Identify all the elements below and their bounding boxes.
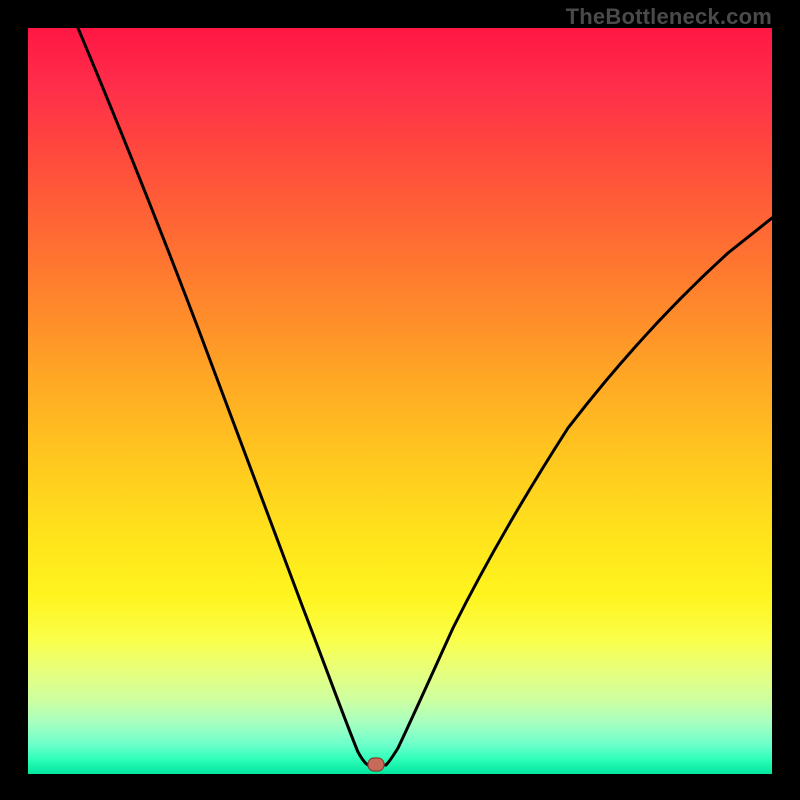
watermark-text: TheBottleneck.com bbox=[566, 4, 772, 30]
optimal-marker bbox=[368, 758, 384, 771]
bottleneck-curve bbox=[78, 28, 772, 765]
curve-plot bbox=[28, 28, 772, 774]
chart-frame bbox=[28, 28, 772, 774]
